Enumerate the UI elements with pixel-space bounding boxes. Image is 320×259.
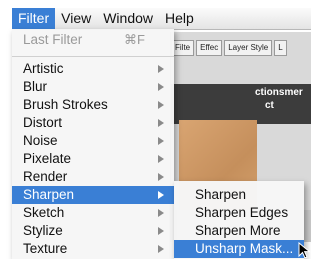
submenu-item-sharpen-more[interactable]: Sharpen More: [174, 222, 304, 240]
submenu-item-sharpen-edges[interactable]: Sharpen Edges: [174, 204, 304, 222]
submenu-arrow-icon: [158, 83, 164, 91]
submenu-item-unsharp-mask[interactable]: Unsharp Mask...: [174, 240, 304, 258]
menu-bar: Filter View Window Help: [12, 8, 311, 30]
menu-item-label: Sketch: [23, 205, 65, 220]
menu-help[interactable]: Help: [159, 8, 200, 29]
submenu-arrow-icon: [158, 245, 164, 253]
submenu-arrow-icon: [158, 155, 164, 163]
menu-item-label: Last Filter: [23, 32, 83, 47]
filter-menu: Last Filter ⌘F Artistic Blur Brush Strok…: [12, 29, 174, 259]
menu-item-texture[interactable]: Texture: [12, 240, 174, 258]
menu-item-brush-strokes[interactable]: Brush Strokes: [12, 96, 174, 114]
menu-item-last-filter[interactable]: Last Filter ⌘F: [12, 31, 174, 49]
palette-tabs: Filte Effec Layer Style L: [171, 40, 289, 56]
screen: Filte Effec Layer Style L ctionsmer ct F…: [0, 0, 311, 259]
menu-item-label: Brush Strokes: [23, 97, 108, 112]
menu-item-label: Texture: [23, 241, 68, 256]
menu-view[interactable]: View: [55, 8, 97, 29]
menu-item-label: Sharpen More: [195, 223, 281, 238]
menu-item-label: Stylize: [23, 223, 63, 238]
submenu-arrow-icon: [158, 101, 164, 109]
menu-item-label: Blur: [23, 79, 48, 94]
submenu-item-sharpen[interactable]: Sharpen: [174, 186, 304, 204]
submenu-arrow-icon: [158, 227, 164, 235]
palette-tab[interactable]: L: [274, 40, 287, 56]
submenu-arrow-icon: [158, 191, 164, 199]
submenu-arrow-icon: [158, 209, 164, 217]
menu-item-label: Sharpen: [195, 187, 247, 202]
menu-separator: [12, 56, 174, 57]
menu-item-label: Pixelate: [23, 151, 72, 166]
submenu-arrow-icon: [158, 119, 164, 127]
sharpen-submenu: Sharpen Sharpen Edges Sharpen More Unsha…: [174, 181, 304, 259]
submenu-arrow-icon: [158, 65, 164, 73]
palette-tab[interactable]: Filte: [171, 40, 195, 56]
submenu-arrow-icon: [158, 137, 164, 145]
menu-item-noise[interactable]: Noise: [12, 132, 174, 150]
mouse-pointer-icon: [298, 242, 311, 259]
panel-header-text: ctionsmer: [255, 87, 303, 98]
menu-item-label: Render: [23, 169, 68, 184]
menu-window[interactable]: Window: [97, 8, 159, 29]
menu-item-sketch[interactable]: Sketch: [12, 204, 174, 222]
menu-item-pixelate[interactable]: Pixelate: [12, 150, 174, 168]
menu-item-label: Unsharp Mask...: [195, 241, 294, 256]
menu-item-blur[interactable]: Blur: [12, 78, 174, 96]
menu-item-label: Artistic: [23, 61, 64, 76]
menu-item-render[interactable]: Render: [12, 168, 174, 186]
palette-tab[interactable]: Layer Style: [224, 40, 273, 56]
menu-item-distort[interactable]: Distort: [12, 114, 174, 132]
menu-item-label: Sharpen: [23, 187, 75, 202]
menu-item-artistic[interactable]: Artistic: [12, 60, 174, 78]
menu-item-sharpen[interactable]: Sharpen: [12, 186, 174, 204]
menu-item-label: Sharpen Edges: [195, 205, 289, 220]
menu-item-label: Distort: [23, 115, 63, 130]
menu-filter[interactable]: Filter: [12, 8, 56, 29]
menu-item-label: Noise: [23, 133, 58, 148]
menu-item-stylize[interactable]: Stylize: [12, 222, 174, 240]
panel-header: ctionsmer ct: [171, 84, 311, 124]
submenu-arrow-icon: [158, 173, 164, 181]
panel-header-text: ct: [265, 100, 274, 111]
palette-tab[interactable]: Effec: [196, 40, 223, 56]
shortcut-label: ⌘F: [124, 32, 145, 47]
